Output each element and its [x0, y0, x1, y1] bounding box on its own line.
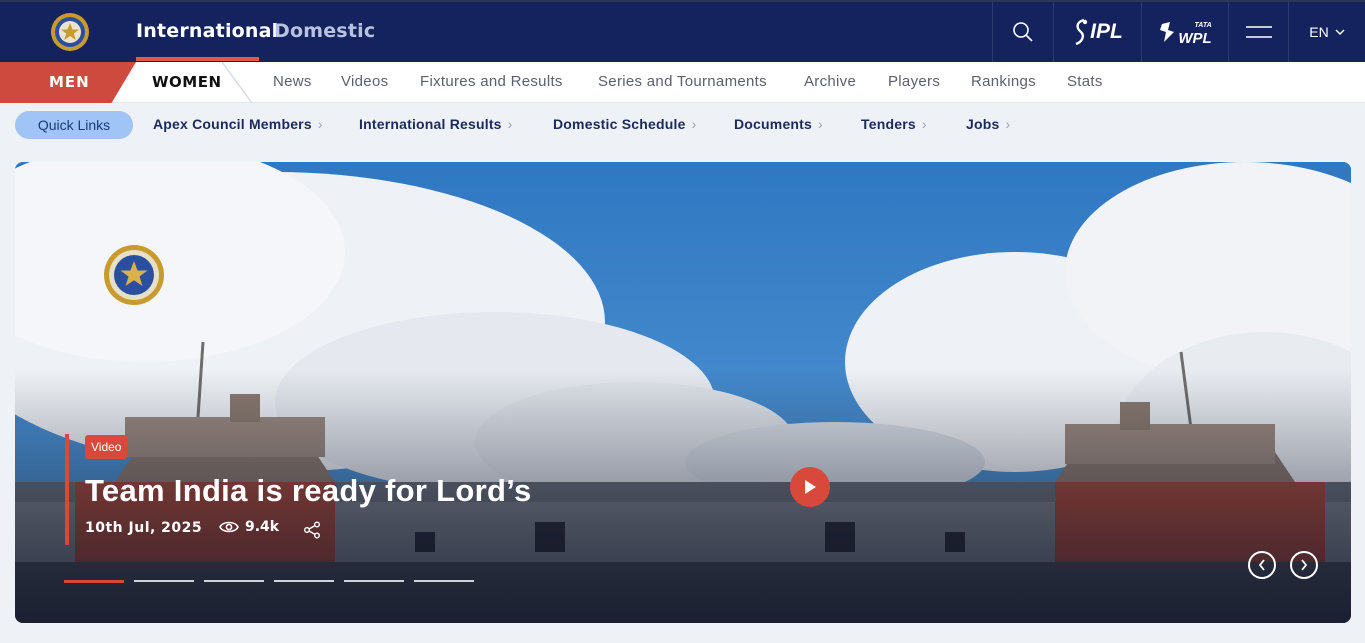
hamburger-menu-icon: [1245, 26, 1272, 38]
view-count: 9.4k: [219, 519, 279, 535]
carousel-indicator[interactable]: [414, 580, 474, 582]
share-icon[interactable]: [303, 521, 321, 539]
view-count-value: 9.4k: [245, 519, 280, 535]
ipl-logo-icon: [1075, 18, 1088, 46]
hero-carousel[interactable]: Video Team India is ready for Lord’s 10t…: [15, 162, 1351, 623]
quick-link-jobs[interactable]: Jobs ›: [966, 116, 1010, 132]
quick-links-label[interactable]: Quick Links: [15, 111, 133, 139]
chevron-right-icon: [1301, 559, 1308, 571]
quick-link-international-results[interactable]: International Results ›: [359, 116, 513, 132]
quick-link-apex-council[interactable]: Apex Council Members ›: [153, 116, 323, 132]
active-tab-indicator: [136, 57, 259, 61]
carousel-indicator[interactable]: [344, 580, 404, 582]
wpl-label: WPL: [1178, 30, 1212, 47]
chevron-right-icon: ›: [317, 116, 323, 132]
nav-rankings[interactable]: Rankings: [971, 73, 1036, 90]
bcci-emblem-icon: [104, 245, 164, 305]
tab-women[interactable]: WOMEN: [152, 73, 222, 91]
wpl-logo-icon: [1160, 22, 1175, 42]
quick-link-tenders[interactable]: Tenders ›: [861, 116, 927, 132]
language-label: EN: [1309, 24, 1329, 40]
ipl-link[interactable]: IPL: [1054, 2, 1141, 62]
search-button[interactable]: [993, 2, 1053, 62]
tab-domestic[interactable]: Domestic: [274, 20, 375, 42]
play-icon: [805, 480, 816, 494]
nav-videos[interactable]: Videos: [341, 73, 388, 90]
nav-series-and-tournaments[interactable]: Series and Tournaments: [598, 73, 767, 90]
language-selector[interactable]: EN: [1289, 2, 1365, 62]
tab-men[interactable]: MEN: [0, 62, 136, 103]
menu-button[interactable]: [1229, 2, 1288, 62]
ipl-label: IPL: [1090, 20, 1123, 43]
nav-stats[interactable]: Stats: [1067, 73, 1103, 90]
tab-international[interactable]: International: [136, 20, 278, 42]
carousel-indicator[interactable]: [274, 580, 334, 582]
wpl-label-group: TATA WPL: [1178, 19, 1212, 47]
chevron-right-icon: ›: [921, 116, 927, 132]
carousel-indicators: [64, 580, 474, 583]
hero-title[interactable]: Team India is ready for Lord’s: [85, 473, 532, 509]
divider: [222, 62, 252, 103]
quick-link-label: International Results: [359, 116, 502, 132]
quick-link-label: Apex Council Members: [153, 116, 312, 132]
play-button[interactable]: [790, 467, 830, 507]
quick-link-label: Documents: [734, 116, 813, 132]
carousel-next-button[interactable]: [1290, 551, 1318, 579]
nav-fixtures-and-results[interactable]: Fixtures and Results: [420, 73, 563, 90]
publish-date: 10th Jul, 2025: [85, 520, 203, 536]
chevron-right-icon: ›: [507, 116, 513, 132]
search-icon: [1013, 22, 1033, 42]
quick-link-label: Jobs: [966, 116, 1000, 132]
carousel-indicator[interactable]: [134, 580, 194, 582]
carousel-indicator[interactable]: [204, 580, 264, 582]
top-header: International Domestic IPL TATA WPL EN: [0, 0, 1365, 62]
quick-link-label: Domestic Schedule: [553, 116, 686, 132]
carousel-prev-button[interactable]: [1248, 551, 1276, 579]
nav-archive[interactable]: Archive: [804, 73, 856, 90]
content-type-badge: Video: [85, 435, 128, 459]
chevron-down-icon: [1335, 29, 1345, 35]
wpl-link[interactable]: TATA WPL: [1142, 2, 1228, 62]
hero-image: [15, 162, 1351, 623]
nav-players[interactable]: Players: [888, 73, 940, 90]
chevron-right-icon: ›: [1005, 116, 1011, 132]
quick-link-label: Tenders: [861, 116, 916, 132]
title-accent-bar: [65, 434, 69, 545]
carousel-indicator[interactable]: [64, 580, 124, 583]
chevron-right-icon: ›: [691, 116, 697, 132]
eye-icon: [219, 521, 239, 533]
main-nav: MEN WOMEN News Videos Fixtures and Resul…: [0, 62, 1365, 103]
chevron-left-icon: [1258, 559, 1265, 571]
quick-link-documents[interactable]: Documents ›: [734, 116, 823, 132]
quick-links-bar: Quick Links Apex Council Members › Intern…: [0, 104, 1365, 146]
quick-link-domestic-schedule[interactable]: Domestic Schedule ›: [553, 116, 696, 132]
chevron-right-icon: ›: [818, 116, 823, 132]
tab-men-label: MEN: [49, 73, 90, 91]
nav-news[interactable]: News: [273, 73, 312, 90]
bcci-logo[interactable]: [50, 12, 90, 52]
